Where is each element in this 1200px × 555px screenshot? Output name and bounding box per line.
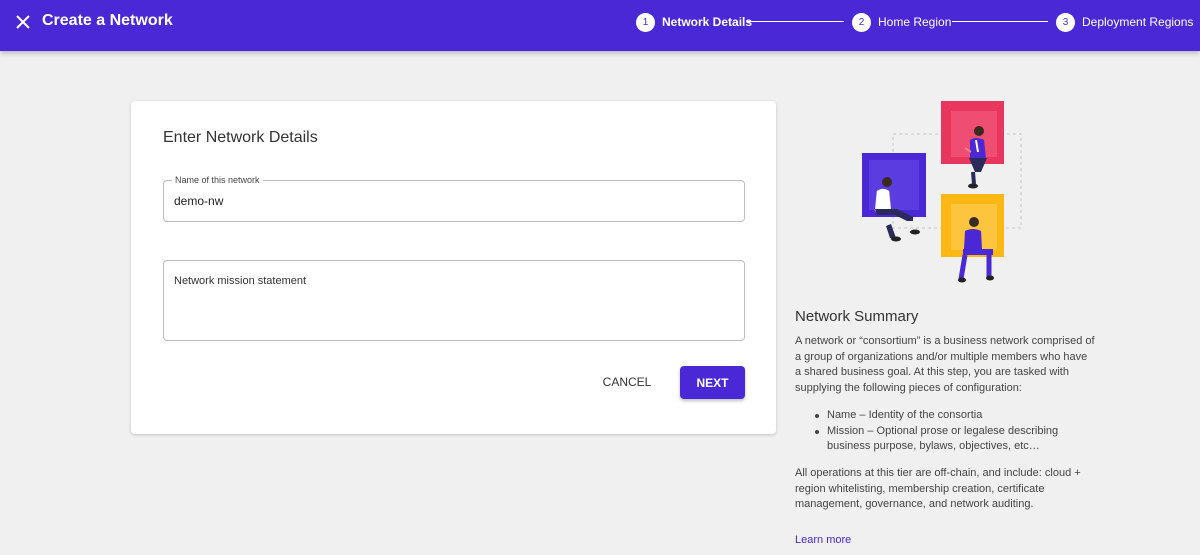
network-details-card: Enter Network Details Name of this netwo… (131, 101, 776, 434)
network-name-value[interactable]: demo-nw (174, 194, 223, 208)
summary-bullet-list: Name – Identity of the consortia Mission… (813, 408, 1093, 455)
step-number: 2 (852, 12, 871, 32)
step-number: 1 (636, 12, 655, 32)
step-label: Deployment Regions (1082, 15, 1194, 29)
network-name-field[interactable]: Name of this network demo-nw (163, 175, 745, 222)
summary-paragraph: All operations at this tier are off-chai… (795, 467, 1081, 510)
step-number: 3 (1056, 12, 1075, 32)
stepper-step-2[interactable]: 2 Home Region (852, 12, 951, 32)
mission-statement-field[interactable]: Network mission statement (163, 260, 745, 341)
stepper-step-3[interactable]: 3 Deployment Regions (1056, 12, 1193, 32)
network-illustration (855, 96, 1030, 291)
stepper-connector (746, 21, 844, 22)
summary-title: Network Summary (795, 308, 919, 325)
form-title: Enter Network Details (163, 129, 318, 146)
mission-statement-placeholder: Network mission statement (174, 275, 307, 287)
network-name-label: Name of this network (172, 175, 263, 185)
summary-bullet: Name – Identity of the consortia (813, 408, 1093, 424)
summary-bullet: Mission – Optional prose or legalese des… (813, 424, 1093, 455)
step-label: Home Region (878, 15, 952, 29)
app-header: Create a Network 1 Network Details 2 Hom… (0, 0, 1200, 51)
cancel-button[interactable]: CANCEL (597, 366, 657, 398)
next-button[interactable]: NEXT (680, 366, 745, 399)
step-label: Network Details (662, 15, 753, 29)
stepper-step-1[interactable]: 1 Network Details (636, 12, 752, 32)
stepper-connector (952, 21, 1048, 22)
summary-paragraph: A network or “consortium” is a business … (795, 335, 1095, 394)
learn-more-link[interactable]: Learn more (795, 534, 851, 546)
page-title: Create a Network (42, 12, 173, 29)
close-icon[interactable] (13, 12, 33, 32)
